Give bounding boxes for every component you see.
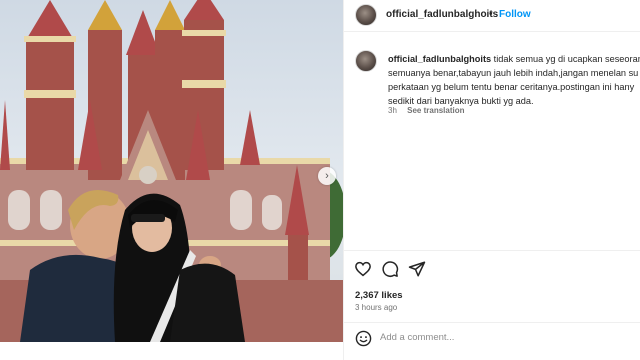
caption-line: official_fadlunbalghoits tidak semua yg …: [388, 52, 640, 66]
post-timestamp: 3 hours ago: [355, 303, 398, 312]
post-photo[interactable]: ›: [0, 0, 343, 342]
caption-line: perkataan yg belum tentu benar ceritanya…: [388, 82, 635, 92]
post-header: official_fadlunbalghoits • Follow: [344, 0, 640, 32]
see-translation-link[interactable]: See translation: [407, 106, 464, 115]
actions-divider: [344, 250, 640, 251]
emoji-smiley-icon[interactable]: [355, 330, 372, 347]
caption-text: official_fadlunbalghoits tidak semua yg …: [388, 52, 640, 108]
caption-username[interactable]: official_fadlunbalghoits: [388, 54, 491, 64]
chevron-right-icon: ›: [325, 169, 329, 182]
comment-divider: [344, 322, 640, 323]
castle-photo-illustration: [0, 0, 343, 342]
author-username[interactable]: official_fadlunbalghoits: [386, 9, 498, 20]
caption-meta: 3h See translation: [388, 106, 465, 115]
follow-button[interactable]: Follow: [499, 9, 531, 20]
carousel-next-button[interactable]: ›: [318, 167, 336, 185]
author-avatar[interactable]: [355, 4, 377, 26]
separator-dot: •: [489, 9, 493, 20]
heart-icon[interactable]: [354, 260, 372, 278]
add-comment-input[interactable]: [380, 332, 620, 343]
caption-author-avatar[interactable]: [355, 50, 377, 72]
caption-line: semuanya benar,tabayun jauh lebih indah,…: [388, 68, 639, 78]
likes-count[interactable]: 2,367 likes: [355, 290, 403, 301]
caption-line-text: tidak semua yg di ucapkan seseoran: [493, 54, 640, 64]
caption-age: 3h: [388, 106, 397, 115]
comment-bubble-icon[interactable]: [381, 260, 399, 278]
share-paper-plane-icon[interactable]: [408, 260, 426, 278]
post-side-panel: official_fadlunbalghoits • Follow offici…: [343, 0, 640, 360]
